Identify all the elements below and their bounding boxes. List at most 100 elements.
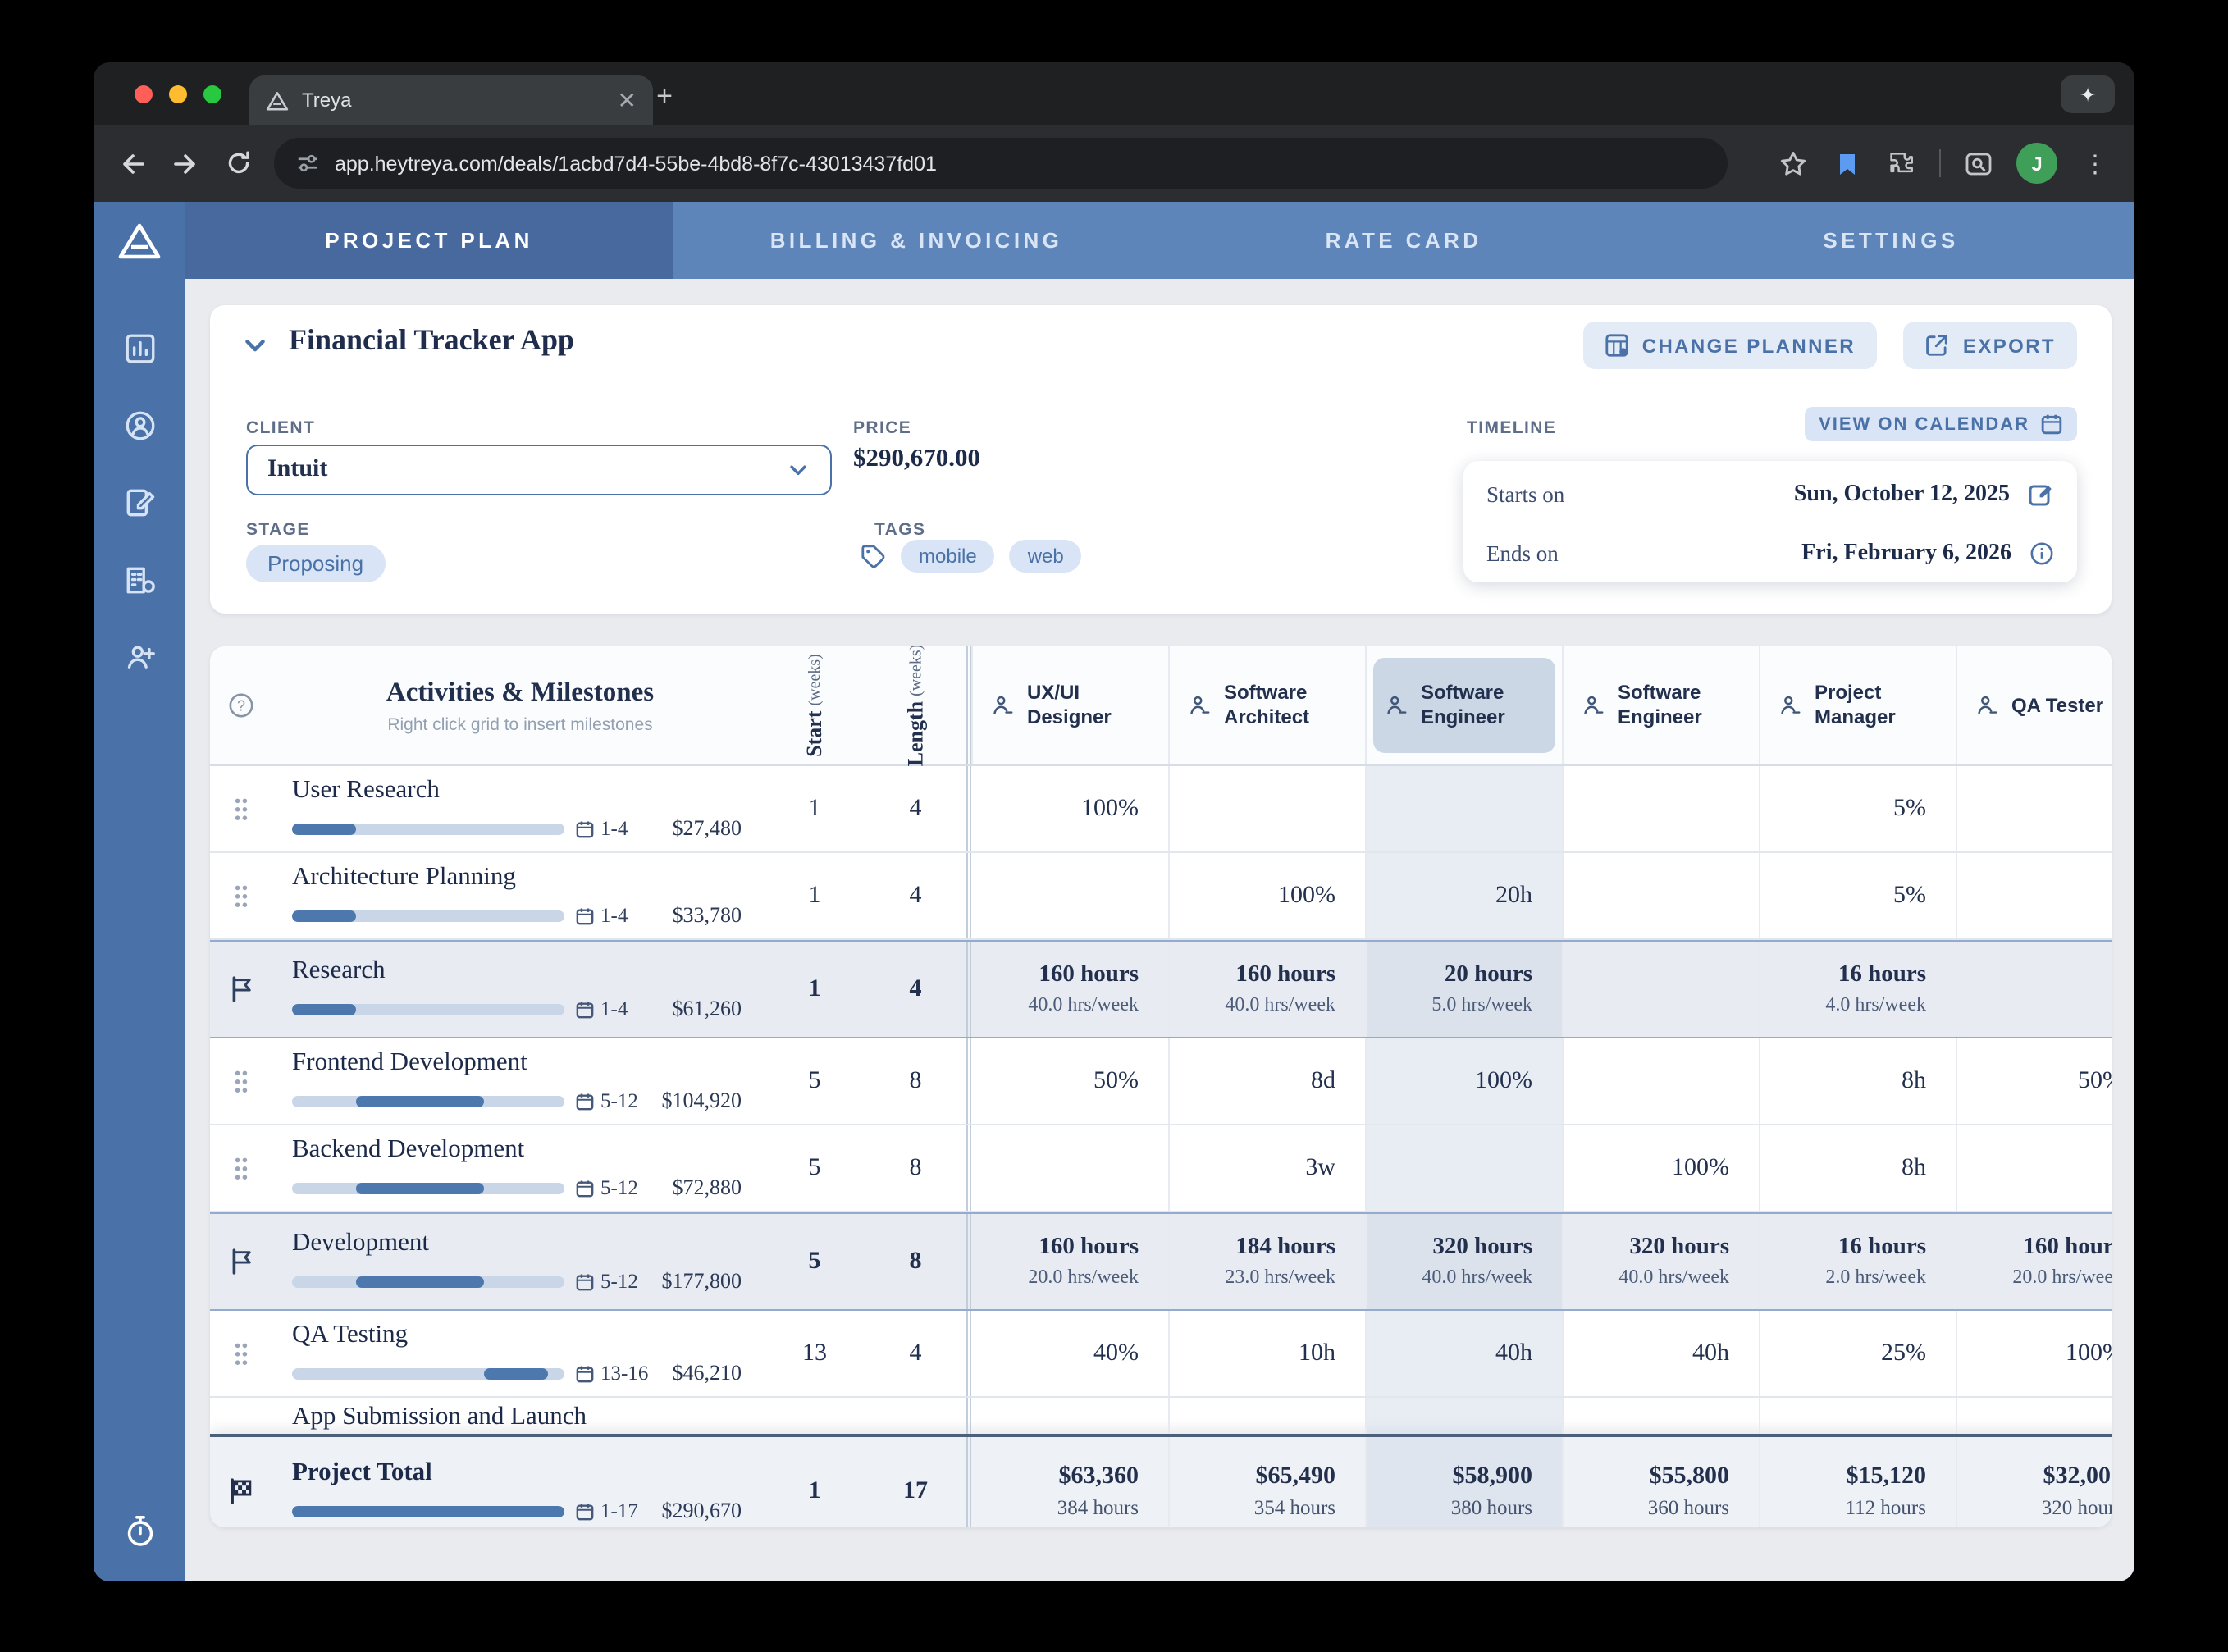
grid-cell[interactable]: 8h [1759, 1125, 1956, 1211]
role-column-header-qa-tester[interactable]: QA Tester [1956, 646, 2112, 764]
help-icon[interactable]: ? [210, 646, 272, 764]
grid-cell[interactable]: 40h [1562, 1311, 1759, 1396]
tab-search-icon[interactable] [1962, 147, 1995, 180]
activity-row-app-submission-and-launch[interactable]: App Submission and Launch [210, 1398, 2112, 1434]
grid-cell[interactable] [1562, 1398, 1759, 1434]
grid-cell[interactable]: $55,800 360 hours [1562, 1437, 1759, 1527]
activity-row-backend-development[interactable]: Backend Development 5-12 $72,880 5 8 3w 100% 8h [210, 1125, 2112, 1212]
role-column-header-software-engineer[interactable]: Software Engineer [1365, 646, 1562, 764]
forward-icon[interactable] [169, 147, 202, 180]
activity-row-architecture-planning[interactable]: Architecture Planning 1-4 $33,780 1 4 100% 20h… [210, 853, 2112, 940]
activity-cell[interactable]: Development 5-12 $177,800 [272, 1214, 765, 1309]
grid-cell[interactable]: 50% [1956, 1038, 2112, 1124]
grid-cell[interactable] [1168, 766, 1365, 851]
bookmark-panel-icon[interactable] [1831, 147, 1864, 180]
grid-cell[interactable]: 20h [1365, 853, 1562, 938]
length-weeks-cell[interactable]: 4 [865, 1311, 966, 1396]
grid-cell[interactable]: 8h [1759, 1038, 1956, 1124]
grid-cell[interactable] [1759, 1398, 1956, 1434]
start-weeks-cell[interactable]: 13 [765, 1311, 865, 1396]
add-user-icon[interactable] [121, 638, 158, 674]
window-zoom-button[interactable] [203, 85, 221, 103]
grid-cell[interactable]: 100% [1562, 1125, 1759, 1211]
export-button[interactable]: EXPORT [1903, 322, 2077, 369]
grid-cell[interactable]: $58,900 380 hours [1365, 1437, 1562, 1527]
treya-logo[interactable] [118, 202, 161, 279]
grid-cell[interactable] [1562, 853, 1759, 938]
grid-cell[interactable] [1956, 853, 2112, 938]
length-weeks-cell[interactable]: 8 [865, 1125, 966, 1211]
deals-icon[interactable] [121, 484, 158, 520]
start-weeks-cell[interactable]: 5 [765, 1038, 865, 1124]
length-weeks-cell[interactable]: 8 [865, 1214, 966, 1309]
activity-cell[interactable]: User Research 1-4 $27,480 [272, 766, 765, 851]
grid-cell[interactable] [1168, 1398, 1365, 1434]
grid-cell[interactable]: 160 hours 40.0 hrs/week [971, 942, 1168, 1037]
url-bar[interactable]: app.heytreya.com/deals/1acbd7d4-55be-4bd… [274, 138, 1728, 189]
start-weeks-cell[interactable]: 5 [765, 1214, 865, 1309]
nav-tab-billing-invoicing[interactable]: BILLING & INVOICING [673, 202, 1160, 279]
profile-avatar[interactable]: J [2016, 143, 2057, 184]
nav-tab-rate-card[interactable]: RATE CARD [1160, 202, 1647, 279]
start-weeks-cell[interactable]: 1 [765, 1437, 865, 1527]
checkered-flag-icon[interactable] [210, 1437, 272, 1527]
activity-cell[interactable]: Backend Development 5-12 $72,880 [272, 1125, 765, 1211]
activity-row-frontend-development[interactable]: Frontend Development 5-12 $104,920 5 8 50% 8d 1… [210, 1038, 2112, 1125]
drag-handle-icon[interactable] [210, 853, 272, 938]
tab-close-icon[interactable]: ✕ [618, 89, 637, 112]
back-icon[interactable] [116, 147, 149, 180]
length-weeks-cell[interactable] [865, 1398, 966, 1434]
window-minimize-button[interactable] [169, 85, 187, 103]
extensions-icon[interactable] [1885, 147, 1918, 180]
grid-cell[interactable]: 40h [1365, 1311, 1562, 1396]
activity-row-development[interactable]: Development 5-12 $177,800 5 8 160 hours 20.0 h… [210, 1212, 2112, 1311]
window-close-button[interactable] [135, 85, 153, 103]
grid-cell[interactable]: 100% [1956, 1311, 2112, 1396]
new-tab-button[interactable]: + [645, 77, 684, 116]
start-weeks-cell[interactable]: 5 [765, 1125, 865, 1211]
grid-cell[interactable] [1365, 1398, 1562, 1434]
length-weeks-cell[interactable]: 4 [865, 766, 966, 851]
role-column-header-software-architect[interactable]: Software Architect [1168, 646, 1365, 764]
end-date-info-icon[interactable] [2029, 541, 2054, 566]
activity-cell[interactable]: QA Testing 13-16 $46,210 [272, 1311, 765, 1396]
grid-cell[interactable]: $15,120 112 hours [1759, 1437, 1956, 1527]
nav-tab-project-plan[interactable]: PROJECT PLAN [185, 202, 673, 279]
reload-icon[interactable] [221, 147, 254, 180]
grid-cell[interactable] [1956, 766, 2112, 851]
grid-cell[interactable] [1956, 1398, 2112, 1434]
site-info-icon[interactable] [295, 151, 320, 176]
activity-cell[interactable]: Architecture Planning 1-4 $33,780 [272, 853, 765, 938]
grid-cell[interactable]: 5% [1759, 766, 1956, 851]
grid-cell[interactable] [1365, 1125, 1562, 1211]
grid-cell[interactable]: 5% [1759, 853, 1956, 938]
length-weeks-cell[interactable]: 4 [865, 853, 966, 938]
length-weeks-cell[interactable]: 17 [865, 1437, 966, 1527]
grid-cell[interactable] [1365, 766, 1562, 851]
grid-cell[interactable]: 100% [1365, 1038, 1562, 1124]
grid-cell[interactable]: 25% [1759, 1311, 1956, 1396]
grid-cell[interactable] [1956, 1125, 2112, 1211]
length-weeks-cell[interactable]: 8 [865, 1038, 966, 1124]
length-weeks-cell[interactable]: 4 [865, 942, 966, 1037]
drag-handle-icon[interactable] [210, 1125, 272, 1211]
grid-cell[interactable]: 100% [1168, 853, 1365, 938]
grid-cell[interactable]: 16 hours 4.0 hrs/week [1759, 942, 1956, 1037]
grid-cell[interactable] [1562, 942, 1759, 1037]
grid-cell[interactable]: 20 hours 5.0 hrs/week [1365, 942, 1562, 1037]
collapse-chevron-icon[interactable] [241, 331, 269, 367]
grid-cell[interactable]: 160 hours 20.0 hrs/week [1956, 1214, 2112, 1309]
grid-cell[interactable]: $65,490 354 hours [1168, 1437, 1365, 1527]
company-icon[interactable] [121, 561, 158, 597]
tag-pill-mobile[interactable]: mobile [901, 540, 995, 573]
grid-cell[interactable] [1562, 1038, 1759, 1124]
timer-icon[interactable] [121, 1513, 158, 1549]
grid-cell[interactable]: $32,000 320 hours [1956, 1437, 2112, 1527]
activity-cell[interactable]: Research 1-4 $61,260 [272, 942, 765, 1037]
start-weeks-cell[interactable]: 1 [765, 942, 865, 1037]
activity-row-research[interactable]: Research 1-4 $61,260 1 4 160 hours 40.0 hrs/we… [210, 940, 2112, 1038]
grid-cell[interactable] [971, 1398, 1168, 1434]
start-weeks-cell[interactable] [765, 1398, 865, 1434]
clients-icon[interactable] [121, 407, 158, 443]
activity-row-user-research[interactable]: User Research 1-4 $27,480 1 4 100% 5% [210, 766, 2112, 853]
